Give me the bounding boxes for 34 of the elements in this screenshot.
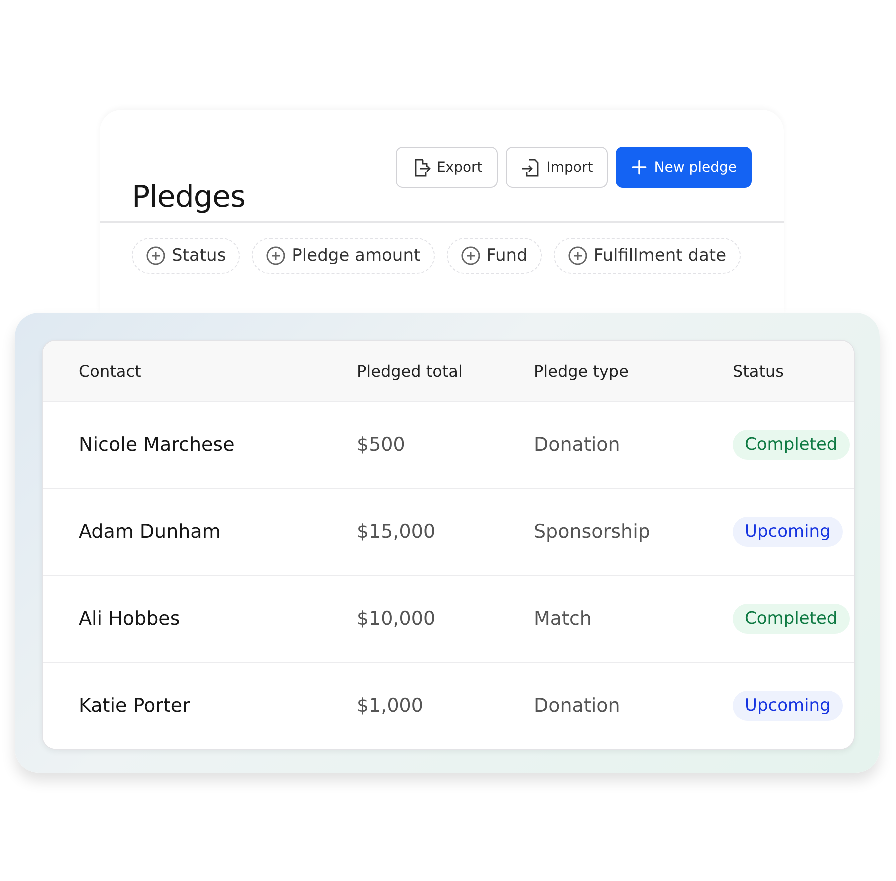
export-button[interactable]: Export: [396, 147, 498, 188]
page-title: Pledges: [132, 183, 247, 213]
pledged-total: $15,000: [357, 521, 437, 543]
import-icon: [520, 158, 541, 178]
column-header: Status: [733, 362, 785, 380]
new-pledge-button[interactable]: New pledge: [616, 147, 752, 188]
filter-chip[interactable]: Fund: [446, 238, 542, 274]
plus-circle-icon: [146, 246, 166, 266]
pledge-type: Donation: [534, 695, 622, 717]
column-header: Pledge type: [534, 362, 630, 380]
contact-name: Ali Hobbes: [79, 608, 182, 630]
contact-name: Adam Dunham: [79, 521, 222, 543]
pledged-total: $10,000: [357, 608, 437, 630]
pledged-total: $1,000: [357, 695, 424, 717]
filter-chip[interactable]: Status: [132, 238, 240, 274]
plus-circle-icon: [266, 246, 286, 266]
status-badge: Upcoming: [733, 517, 843, 547]
status-badge: Completed: [733, 604, 850, 634]
plus-circle-icon: [568, 246, 588, 266]
pledge-type: Match: [534, 608, 593, 630]
column-header: Pledged total: [357, 362, 464, 380]
plus-circle-icon: [460, 246, 481, 266]
status-badge: Completed: [733, 430, 850, 460]
filter-chip[interactable]: Fulfillment date: [554, 238, 741, 274]
pledge-type: Donation: [534, 434, 622, 456]
contact-name: Nicole Marchese: [79, 434, 236, 456]
column-header: Contact: [79, 362, 142, 380]
pledged-total: $500: [357, 434, 406, 456]
filter-chip[interactable]: Pledge amount: [252, 238, 435, 274]
pledge-type: Sponsorship: [534, 521, 652, 543]
contact-name: Katie Porter: [79, 695, 192, 717]
plus-icon: [631, 159, 648, 176]
import-button[interactable]: Import: [506, 147, 608, 188]
status-badge: Upcoming: [733, 691, 843, 721]
